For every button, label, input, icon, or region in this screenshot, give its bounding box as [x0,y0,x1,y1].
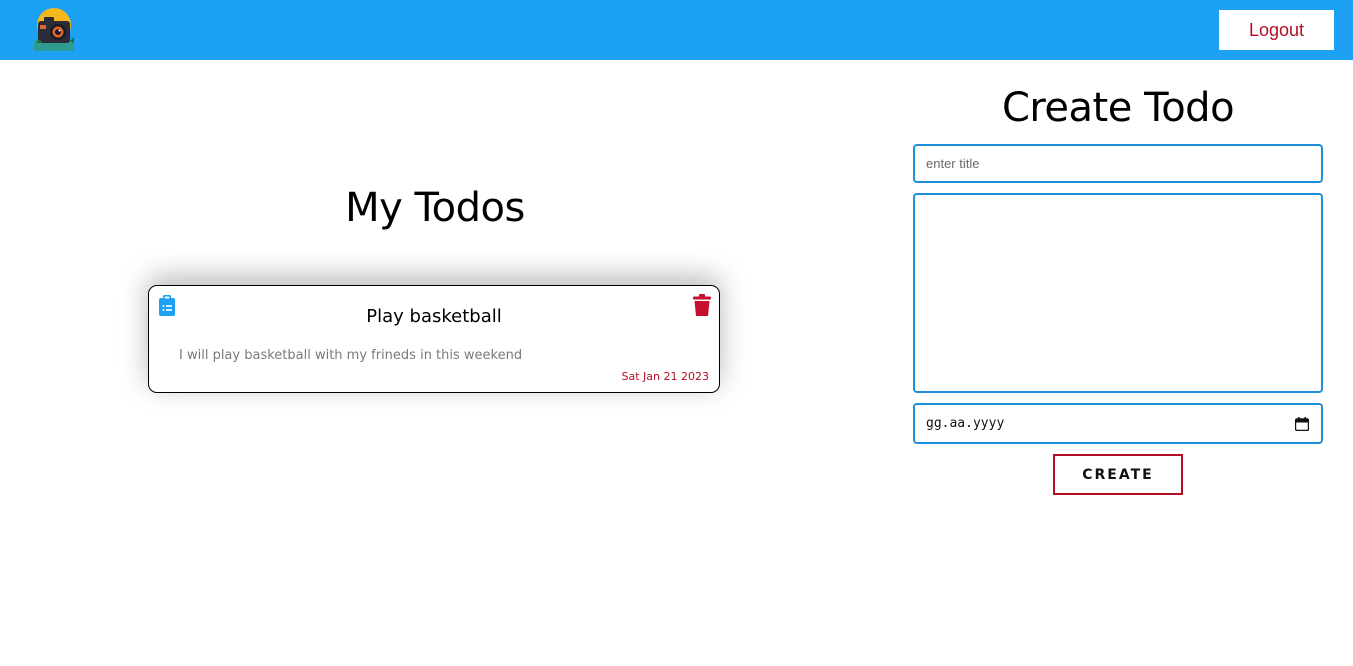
create-button[interactable]: CREATE [1053,454,1183,495]
todo-card: Play basketball I will play basketball w… [148,285,720,393]
create-todo-heading: Create Todo [1001,85,1235,131]
todo-date: Sat Jan 21 2023 [621,370,709,383]
todo-description: I will play basketball with my frineds i… [179,348,523,363]
top-navbar: Logout [0,0,1353,60]
date-placeholder: gg.aa.yyyy [926,416,1005,431]
trash-icon[interactable] [693,294,711,316]
calendar-icon[interactable] [1295,417,1309,431]
todo-title: Play basketball [366,306,502,327]
date-input[interactable]: gg.aa.yyyy [913,403,1323,444]
camera-logo-icon[interactable] [30,7,78,51]
logout-button[interactable]: Logout [1219,10,1334,50]
description-textarea[interactable] [913,193,1323,393]
title-input[interactable] [913,144,1323,183]
my-todos-heading: My Todos [345,185,525,231]
